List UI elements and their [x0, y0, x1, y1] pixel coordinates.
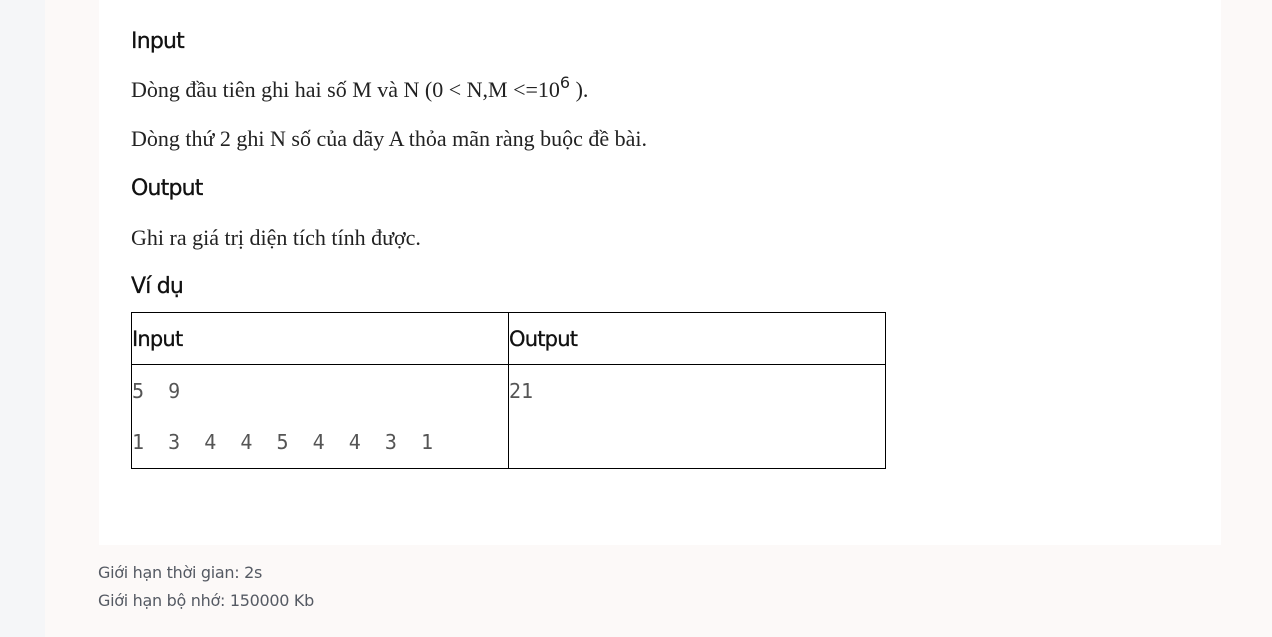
exponent: 6 — [559, 73, 571, 92]
example-table-row: 5 9 1 3 4 4 5 4 4 3 1 21 — [131, 364, 886, 469]
memory-limit: Giới hạn bộ nhớ: 150000 Kb — [98, 591, 314, 610]
example-output-header: Output — [508, 312, 886, 365]
example-output-cell: 21 — [508, 364, 886, 469]
example-output-line-1: 21 — [509, 379, 534, 403]
example-input-line-1: 5 9 — [132, 379, 181, 403]
example-input-header: Input — [131, 312, 509, 365]
output-heading: Output — [131, 176, 204, 201]
example-input-line-2: 1 3 4 4 5 4 4 3 1 — [132, 430, 434, 454]
input-heading: Input — [131, 29, 185, 54]
output-description: Ghi ra giá trị diện tích tính được. — [131, 225, 421, 250]
input-description-text: Dòng đầu tiên ghi hai số M và N (0 < N,M… — [131, 77, 560, 102]
input-description-end: ). — [570, 77, 589, 102]
time-limit: Giới hạn thời gian: 2s — [98, 563, 263, 582]
example-input-cell: 5 9 1 3 4 4 5 4 4 3 1 — [131, 364, 509, 469]
example-table-header-row: Input Output — [131, 312, 886, 365]
example-heading: Ví dụ — [131, 274, 184, 299]
input-description-line-2: Dòng thứ 2 ghi N số của dãy A thỏa mãn r… — [131, 126, 647, 151]
input-description-line-1: Dòng đầu tiên ghi hai số M và N (0 < N,M… — [131, 75, 589, 102]
example-table: Input Output 5 9 1 3 4 4 5 4 4 3 1 21 — [131, 312, 886, 469]
